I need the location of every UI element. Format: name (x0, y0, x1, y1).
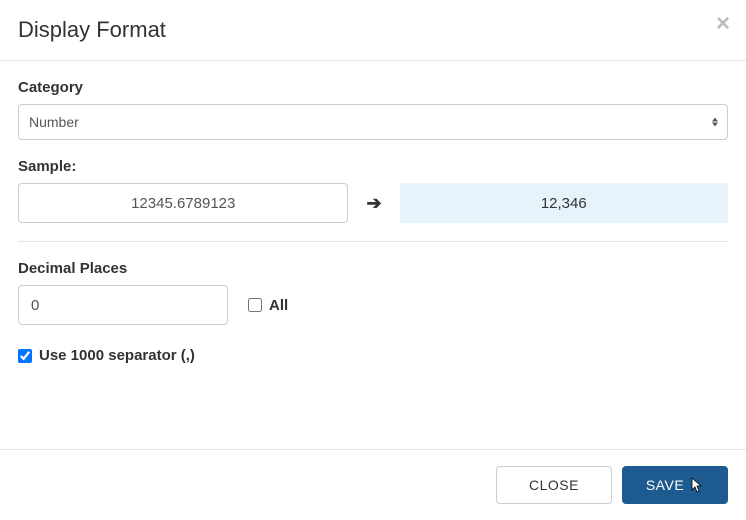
category-select[interactable]: Number (18, 104, 728, 140)
modal-footer: CLOSE SAVE (0, 449, 746, 520)
sample-row: ➔ 12,346 (18, 183, 728, 223)
decimal-places-input[interactable] (18, 285, 228, 325)
save-button[interactable]: SAVE (622, 466, 728, 504)
modal-header: Display Format × (0, 0, 746, 61)
separator-label[interactable]: Use 1000 separator (,) (39, 347, 195, 364)
sample-output: 12,346 (400, 183, 728, 223)
arrow-right-icon: ➔ (366, 193, 381, 214)
all-checkbox-label[interactable]: All (269, 297, 288, 314)
divider (18, 241, 728, 242)
sample-input[interactable] (18, 183, 348, 223)
close-button[interactable]: CLOSE (496, 466, 612, 504)
sample-label: Sample: (18, 158, 728, 175)
all-checkbox-row: All (248, 297, 288, 314)
separator-group: Use 1000 separator (,) (18, 347, 728, 364)
separator-checkbox[interactable] (18, 349, 32, 363)
category-group: Category Number (18, 79, 728, 140)
category-label: Category (18, 79, 728, 96)
all-checkbox[interactable] (248, 298, 262, 312)
modal-body: Category Number Sample: ➔ 12,346 Decimal… (0, 61, 746, 384)
decimal-label: Decimal Places (18, 260, 728, 277)
decimal-group: Decimal Places All (18, 260, 728, 325)
decimal-row: All (18, 285, 728, 325)
sample-group: Sample: ➔ 12,346 (18, 158, 728, 223)
close-icon[interactable]: × (716, 12, 730, 36)
save-button-label: SAVE (646, 477, 684, 493)
category-select-wrapper: Number (18, 104, 728, 140)
cursor-icon (690, 477, 704, 493)
modal-title: Display Format (18, 17, 728, 43)
